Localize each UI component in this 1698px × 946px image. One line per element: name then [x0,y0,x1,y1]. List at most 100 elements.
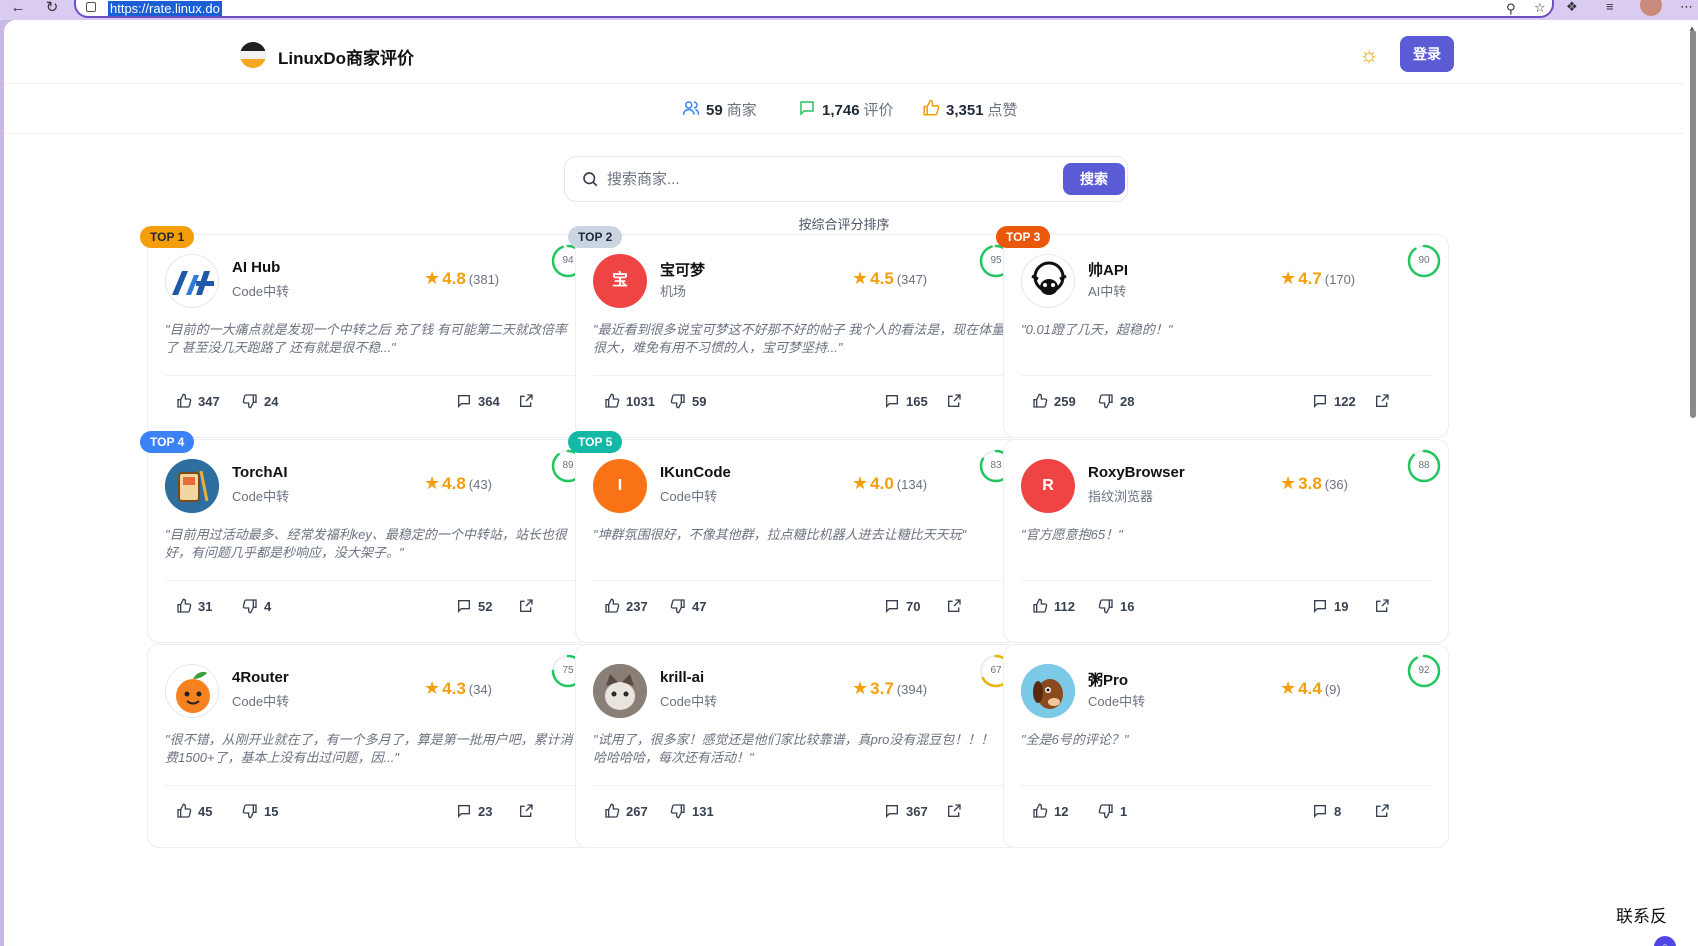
comment-icon [1314,805,1326,818]
dislike-count: 4 [264,599,272,614]
thumbs-up-icon [1033,803,1048,818]
merchant-rating: ★ 4.4 (9) [1280,678,1341,699]
like-button[interactable]: 45 [176,803,212,819]
address-bar[interactable]: https://rate.linux.do ⚲ ☆ [74,0,1554,18]
url-text[interactable]: https://rate.linux.do [108,1,222,16]
zoom-icon[interactable]: ⚲ [1506,2,1516,16]
like-button[interactable]: 12 [1032,803,1068,819]
search-button[interactable]: 搜索 [1063,163,1125,195]
external-link-icon[interactable] [1374,803,1390,824]
review-quote: "最近看到很多说宝可梦这不好那不好的帖子 我个人的看法是，现在体量很大，难免有用… [593,322,1005,355]
feedback-widget[interactable]: 联系反 ○ [1616,904,1684,946]
merchant-name[interactable]: 帅API [1088,259,1128,280]
merchant-name[interactable]: krill-ai [660,669,704,686]
merchant-card[interactable]: krill-ai Code中转 ★ 3.7 (394) 67 "试用了，很多家！感觉… [575,644,1021,848]
merchant-name[interactable]: AI Hub [232,259,280,276]
linuxdo-logo[interactable] [240,42,266,68]
like-button[interactable]: 31 [176,598,212,614]
merchant-name[interactable]: 4Router [232,669,289,686]
stat-label: 评价 [863,102,894,119]
external-link-icon[interactable] [946,803,962,824]
merchant-name[interactable]: 宝可梦 [660,259,705,280]
dislike-button[interactable]: 131 [670,803,714,819]
back-icon[interactable]: ← [8,0,28,20]
like-button[interactable]: 112 [1032,598,1075,614]
external-link-icon[interactable] [1374,598,1390,619]
score-value: 88 [1418,460,1430,471]
external-link-icon[interactable] [518,598,534,619]
merchant-name[interactable]: RoxyBrowser [1088,464,1185,481]
merchant-card[interactable]: TOP 5 I IKunCode Code中转 ★ 4.0 (134) 83 "坤群… [568,431,1021,643]
like-button[interactable]: 237 [604,598,648,614]
letter-avatar[interactable]: I [593,459,647,513]
external-link-icon[interactable] [518,393,534,414]
chat-bubble-icon[interactable]: ○ [1654,936,1676,946]
cat-photo[interactable] [593,664,647,718]
site-title[interactable]: LinuxDo商家评价 [278,44,414,69]
comments-button[interactable]: 19 [1312,598,1348,614]
comments-button[interactable]: 367 [884,803,928,819]
orange-logo[interactable] [165,664,219,718]
dislike-count: 131 [692,804,714,819]
dislike-button[interactable]: 15 [242,803,278,819]
comments-button[interactable]: 122 [1312,393,1356,409]
profile-avatar[interactable] [1640,0,1662,16]
thumbs-down-icon [242,804,257,819]
bookmark-star-icon[interactable]: ☆ [1534,1,1546,15]
merchant-card[interactable]: TOP 3 帅API AI中转 ★ 4.7 (170) 90 "0.01蹬了几天，超… [996,226,1449,438]
comments-button[interactable]: 364 [456,393,500,409]
torch-logo[interactable] [165,459,219,513]
merchant-card[interactable]: R RoxyBrowser 指纹浏览器 ★ 3.8 (36) 88 "官方愿意抱65… [1003,439,1449,643]
card-divider [593,375,1005,376]
comments-button[interactable]: 23 [456,803,492,819]
more-menu-icon[interactable]: ⋯ [1680,0,1693,14]
rating-value: 3.7 [870,679,894,698]
search-input[interactable] [607,167,1047,191]
merchant-name[interactable]: 粥Pro [1088,669,1128,690]
dislike-button[interactable]: 1 [1098,803,1127,819]
rating-count: (394) [896,682,928,697]
dislike-button[interactable]: 24 [242,393,278,409]
dislike-button[interactable]: 47 [670,598,706,614]
dog-logo[interactable] [1021,664,1075,718]
rating-value: 4.8 [442,474,466,493]
dislike-button[interactable]: 28 [1098,393,1134,409]
review-quote: "全是6号的评论？" [1021,732,1129,747]
scrollbar-thumb[interactable] [1690,30,1696,418]
sheep-logo[interactable] [1021,254,1075,308]
comments-button[interactable]: 52 [456,598,492,614]
feedback-text[interactable]: 联系反 [1616,904,1667,930]
like-button[interactable]: 1031 [604,393,655,409]
like-button[interactable]: 267 [604,803,648,819]
letter-avatar[interactable]: 宝 [593,254,647,308]
merchant-card[interactable]: TOP 1 AI Hub Code中转 ★ 4.8 (381) 94 "目前的一大痛… [140,226,593,438]
dislike-button[interactable]: 4 [242,598,271,614]
site-info-icon[interactable] [86,2,96,12]
reload-icon[interactable]: ↻ [42,0,62,20]
merchant-category: AI中转 [1088,284,1127,299]
external-link-icon[interactable] [518,803,534,824]
extensions-icon[interactable]: ❖ [1566,0,1578,14]
like-button[interactable]: 347 [176,393,220,409]
merchant-card[interactable]: 粥Pro Code中转 ★ 4.4 (9) 92 "全是6号的评论？" 12 1 8 [1003,644,1449,848]
like-button[interactable]: 259 [1032,393,1076,409]
theme-toggle-sun-icon[interactable]: ☼ [1356,42,1382,68]
dislike-count: 1 [1120,804,1128,819]
merchant-card[interactable]: TOP 4 TorchAI Code中转 ★ 4.8 (43) 89 "目前用过活动… [140,431,593,643]
dislike-button[interactable]: 16 [1098,598,1134,614]
letter-avatar[interactable]: R [1021,459,1075,513]
comments-button[interactable]: 8 [1312,803,1341,819]
merchant-card[interactable]: TOP 2 宝 宝可梦 机场 ★ 4.5 (347) 95 "最近看到很多说宝可梦这… [568,226,1021,438]
external-link-icon[interactable] [1374,393,1390,414]
login-button[interactable]: 登录 [1400,36,1454,72]
external-link-icon[interactable] [946,393,962,414]
comments-button[interactable]: 165 [884,393,928,409]
aihub-logo[interactable] [165,254,219,308]
merchant-card[interactable]: 4Router Code中转 ★ 4.3 (34) 75 "很不错，从刚开业就在了，… [147,644,593,848]
merchant-name[interactable]: IKunCode [660,464,731,481]
comments-button[interactable]: 70 [884,598,920,614]
favorites-icon[interactable]: ≡ [1606,0,1614,14]
external-link-icon[interactable] [946,598,962,619]
merchant-name[interactable]: TorchAI [232,464,288,481]
dislike-button[interactable]: 59 [670,393,706,409]
